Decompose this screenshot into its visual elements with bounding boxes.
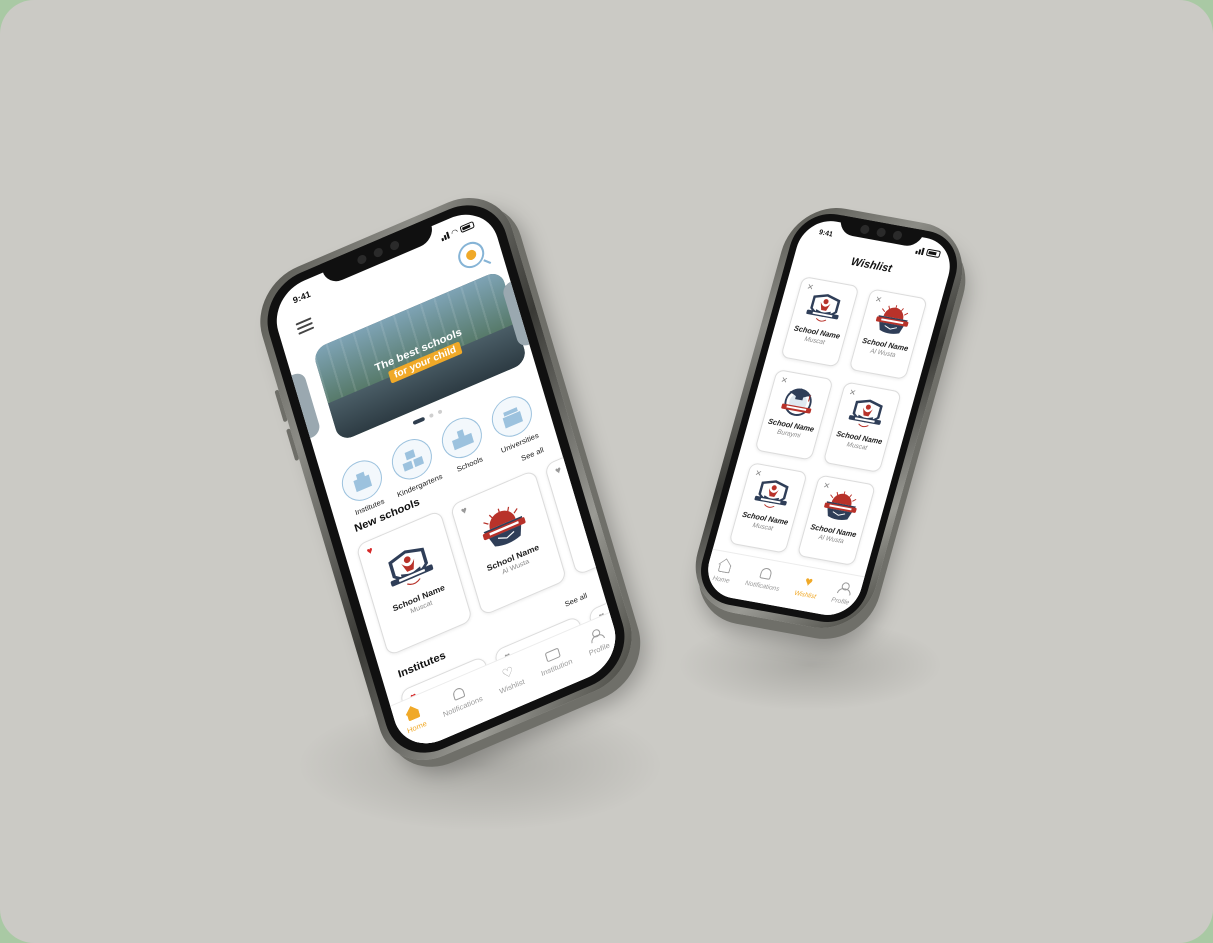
wishlist-phone: 9:41 Wishlist ✕ School Name Muscat ✕ Sch…: [683, 199, 975, 637]
wishlist-card[interactable]: ✕ School Name Buraymi: [754, 369, 834, 461]
home-phone: 9:41 ◠ The best schools for your child I…: [247, 181, 645, 777]
carousel-dot[interactable]: [428, 412, 434, 419]
university-logo: [749, 474, 795, 514]
carousel-dot[interactable]: [437, 409, 443, 415]
heart-icon[interactable]: ♥: [554, 465, 563, 478]
home-icon: [406, 709, 421, 722]
tab-label: Home: [711, 574, 731, 585]
wishlist-card[interactable]: ✕ School Name Muscat: [822, 381, 902, 473]
battery-icon: [459, 220, 475, 233]
search-icon[interactable]: [455, 237, 488, 273]
signal-icon: [915, 246, 925, 256]
carousel-dot[interactable]: [412, 416, 426, 426]
volume-button: [286, 428, 300, 462]
status-time: 9:41: [291, 288, 312, 306]
bell-icon: [758, 567, 773, 580]
hamburger-icon[interactable]: [295, 317, 315, 335]
heart-icon[interactable]: ♥: [366, 545, 375, 558]
user-icon: [836, 581, 851, 595]
see-all-link[interactable]: See all: [520, 445, 545, 463]
home-icon: [717, 563, 732, 574]
phone-shadow: [680, 620, 940, 710]
battery-icon: [925, 248, 942, 258]
university-icon: [500, 404, 524, 429]
tab-notifications[interactable]: Notifications: [438, 680, 484, 719]
tab-home[interactable]: Home: [402, 704, 428, 735]
tab-home[interactable]: Home: [712, 559, 735, 585]
school-name: Sch: [585, 514, 604, 531]
wishlist-card[interactable]: ✕ School Name Al Wusta: [796, 474, 877, 567]
heart-icon: ♡: [500, 663, 516, 682]
mockup-background: 9:41 ◠ The best schools for your child I…: [0, 0, 1213, 943]
see-all-link[interactable]: See all: [563, 591, 588, 609]
tab-label: Notifications: [441, 693, 484, 719]
tab-wishlist[interactable]: ♥ Wishlist: [793, 573, 821, 601]
building-icon: [350, 468, 374, 493]
wifi-icon: ◠: [450, 226, 459, 238]
college-logo: [869, 300, 915, 340]
tab-label: Profile: [830, 596, 851, 607]
home-screen: 9:41 ◠ The best schools for your child I…: [267, 202, 625, 756]
volume-button: [274, 389, 288, 423]
school-icon: [450, 425, 474, 451]
wishlist-card[interactable]: ✕ School Name Al Wusta: [848, 288, 928, 380]
graduation-cap-logo: [775, 381, 821, 421]
tab-label: Institution: [540, 656, 574, 679]
tab-label: Notifications: [744, 579, 781, 593]
abc-blocks-icon: [400, 447, 425, 472]
bell-icon: [452, 686, 466, 701]
tab-institution[interactable]: Institution: [536, 642, 574, 679]
university-logo: [801, 288, 847, 328]
signal-icon: [440, 231, 450, 242]
heart-icon: ♥: [803, 573, 815, 590]
wishlist-screen: 9:41 Wishlist ✕ School Name Muscat ✕ Sch…: [700, 216, 958, 620]
tab-wishlist[interactable]: ♡ Wishlist: [494, 662, 525, 696]
wishlist-card[interactable]: ✕ School Name Muscat: [728, 462, 808, 554]
university-logo: [568, 456, 615, 517]
school-card[interactable]: ♥ School Name Al Wusta: [449, 469, 568, 617]
school-card[interactable]: ♥ School Name Muscat: [355, 509, 474, 657]
tab-label: Wishlist: [793, 589, 817, 601]
tab-notifications[interactable]: Notifications: [744, 565, 784, 593]
briefcase-icon: [544, 647, 562, 663]
university-logo: [843, 393, 889, 433]
status-time: 9:41: [818, 228, 834, 238]
college-logo: [817, 486, 863, 526]
wishlist-card[interactable]: ✕ School Name Muscat: [780, 275, 860, 368]
heart-icon[interactable]: ♥: [460, 505, 469, 518]
tab-profile[interactable]: Profile: [830, 581, 854, 607]
wishlist-grid: ✕ School Name Muscat ✕ School Name Al Wu…: [728, 275, 928, 567]
prev-banner[interactable]: [278, 370, 322, 444]
tab-profile[interactable]: Profile: [583, 626, 611, 658]
user-icon: [588, 628, 603, 644]
